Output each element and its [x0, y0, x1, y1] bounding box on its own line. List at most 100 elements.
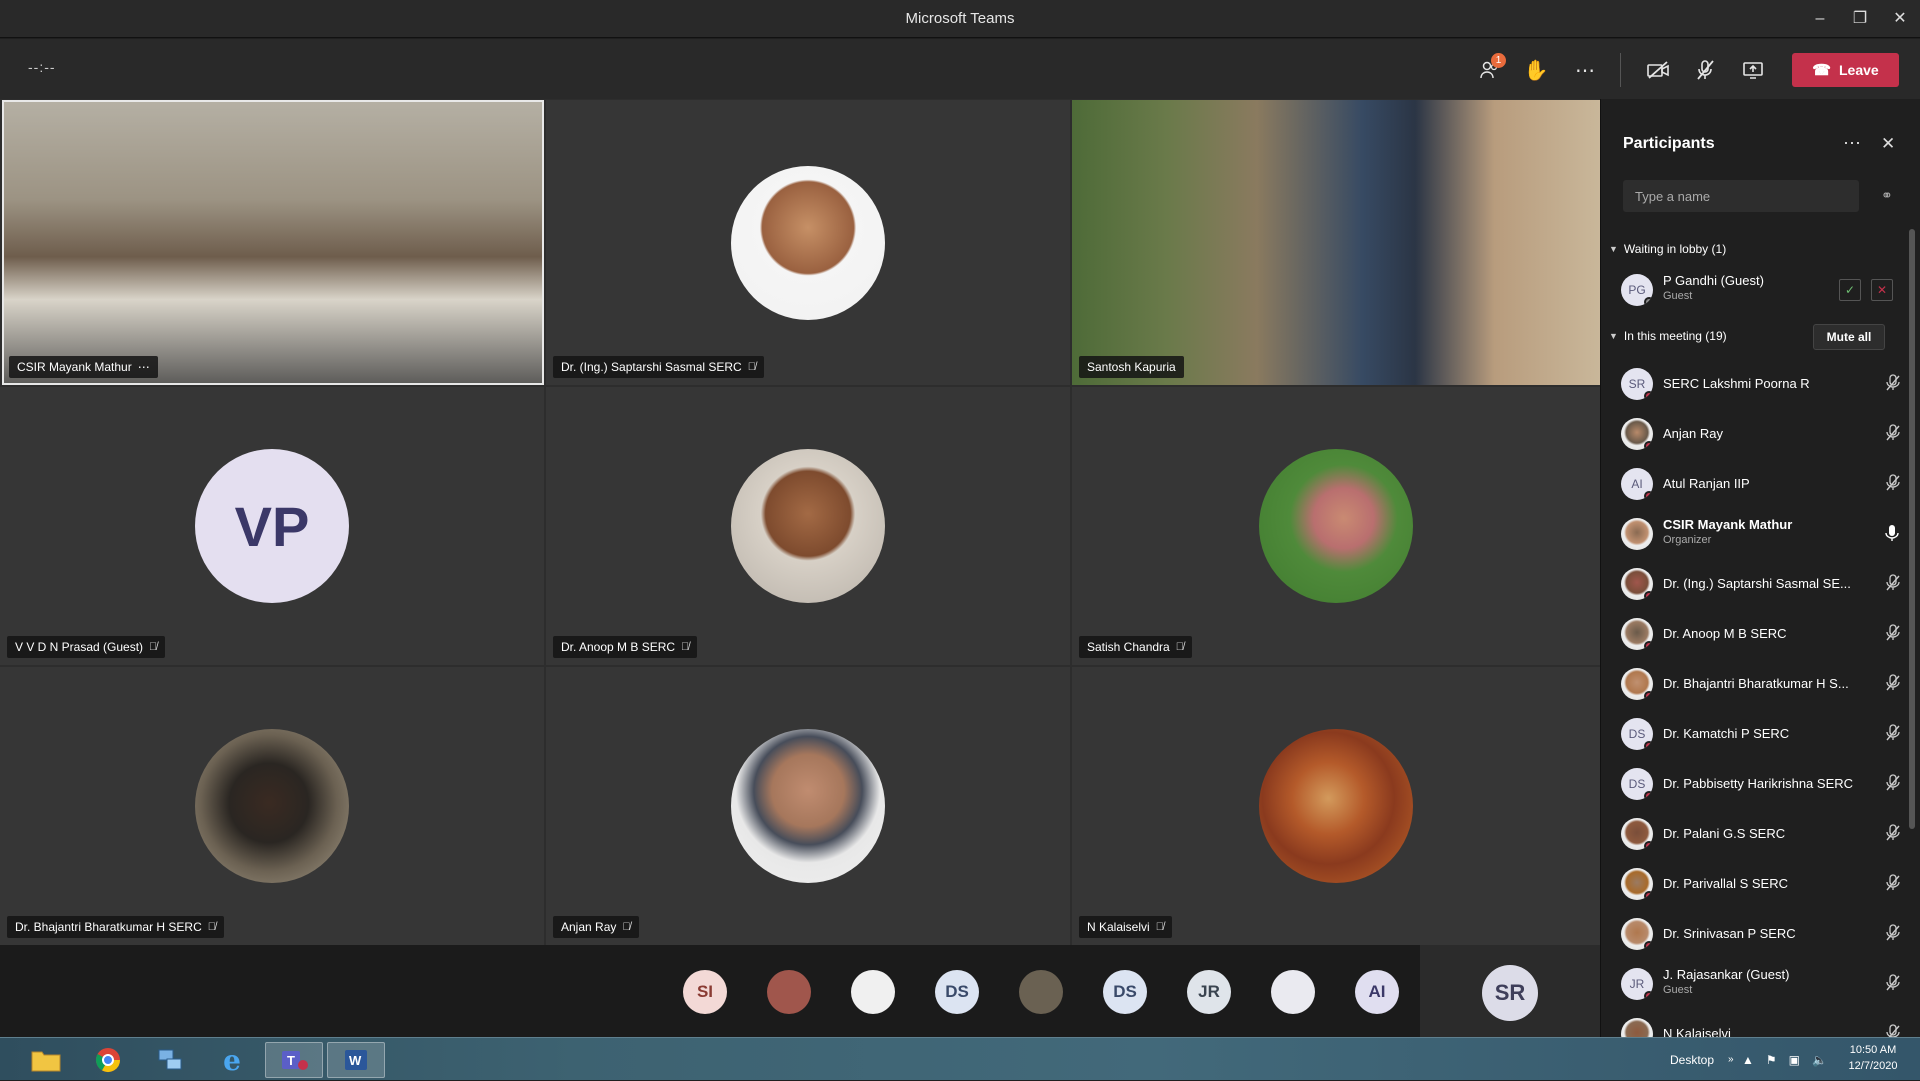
strip-avatar[interactable]: JR [1187, 970, 1231, 1014]
participant-row[interactable]: SR SERC Lakshmi Poorna R [1621, 361, 1901, 407]
mic-off-icon[interactable] [1885, 824, 1901, 847]
participant-row[interactable]: CSIR Mayank Mathur Organizer [1621, 511, 1901, 557]
video-tile-bhajantri[interactable]: Dr. Bhajantri Bharatkumar H SERC 🎙̸ [0, 667, 544, 945]
desktop-toolbar-label[interactable]: Desktop» [1670, 1038, 1734, 1081]
video-tile-santosh-kapuria[interactable]: Santosh Kapuria [1072, 100, 1600, 385]
avatar [1621, 418, 1653, 450]
mic-on-icon[interactable] [1885, 524, 1899, 547]
meeting-section-header[interactable]: ▼ In this meeting (19) [1609, 329, 1727, 343]
mic-off-icon[interactable] [1885, 624, 1901, 647]
avatar [1621, 868, 1653, 900]
share-invite-icon[interactable]: ⚭ [1881, 187, 1893, 204]
mic-off-icon[interactable] [1885, 1024, 1901, 1037]
participant-row[interactable]: Dr. Parivallal S SERC [1621, 861, 1901, 907]
participant-row[interactable]: Anjan Ray [1621, 411, 1901, 457]
strip-avatar[interactable]: DS [935, 970, 979, 1014]
scrollbar[interactable] [1909, 229, 1915, 829]
chevron-right-icon: » [1728, 1054, 1734, 1065]
flag-icon[interactable]: ⚑ [1766, 1053, 1777, 1067]
mic-off-icon[interactable] [1885, 374, 1901, 397]
strip-avatar[interactable] [1271, 970, 1315, 1014]
taskbar-clock[interactable]: 10:50 AM 12/7/2020 [1838, 1042, 1908, 1074]
raise-hand-button[interactable]: ✋ [1519, 53, 1553, 87]
network-app-icon[interactable] [141, 1042, 199, 1078]
tray-up-arrow-icon[interactable]: ▲ [1742, 1053, 1754, 1067]
lobby-item[interactable]: PG P Gandhi (Guest) Guest ✓ ✕ [1621, 267, 1901, 313]
video-tile-anjan-ray[interactable]: Anjan Ray 🎙̸ [546, 667, 1070, 945]
internet-explorer-icon[interactable]: e [203, 1042, 261, 1078]
mic-off-icon[interactable] [1885, 774, 1901, 797]
more-icon: ⋯ [1575, 59, 1595, 82]
camera-toggle-button[interactable] [1641, 53, 1675, 87]
mic-off-icon[interactable] [1885, 974, 1901, 997]
mic-off-icon[interactable] [1885, 874, 1901, 897]
participant-row[interactable]: JR J. Rajasankar (Guest) Guest [1621, 961, 1901, 1007]
mic-off-icon[interactable] [1885, 924, 1901, 947]
file-explorer-icon[interactable] [17, 1042, 75, 1078]
strip-avatar[interactable] [1019, 970, 1063, 1014]
avatar-photo [731, 449, 885, 603]
strip-avatar[interactable] [767, 970, 811, 1014]
share-screen-icon [1743, 62, 1763, 79]
video-tile-anoop-mb[interactable]: Dr. Anoop M B SERC 🎙̸ [546, 387, 1070, 665]
participant-row[interactable]: Dr. (Ing.) Saptarshi Sasmal SE... [1621, 561, 1901, 607]
avatar: DS [1621, 768, 1653, 800]
network-icon[interactable]: ▣ [1789, 1053, 1800, 1067]
close-window-icon[interactable]: ✕ [1882, 6, 1918, 32]
lobby-section-header[interactable]: ▼ Waiting in lobby (1) [1609, 242, 1726, 256]
self-avatar: SR [1482, 965, 1538, 1021]
tile-nametag: Santosh Kapuria [1079, 356, 1184, 378]
video-tile-vvdn-prasad[interactable]: VP V V D N Prasad (Guest) 🎙̸ [0, 387, 544, 665]
participant-name: Dr. (Ing.) Saptarshi Sasmal SE... [1663, 576, 1851, 591]
participant-name: Dr. Bhajantri Bharatkumar H S... [1663, 676, 1849, 691]
strip-avatar[interactable] [851, 970, 895, 1014]
admit-check-icon[interactable]: ✓ [1839, 279, 1861, 301]
mic-off-icon[interactable] [1885, 474, 1901, 497]
self-preview: SR [1420, 945, 1600, 1037]
chevron-down-icon: ▼ [1609, 244, 1618, 254]
panel-close-icon[interactable]: ✕ [1881, 134, 1895, 154]
participant-row[interactable]: DS Dr. Kamatchi P SERC [1621, 711, 1901, 757]
strip-avatar[interactable]: DS [1103, 970, 1147, 1014]
participant-name: Anjan Ray [1663, 426, 1723, 441]
participant-row[interactable]: Dr. Palani G.S SERC [1621, 811, 1901, 857]
video-tile-mayank-mathur[interactable]: CSIR Mayank Mathur ⋯ [2, 100, 544, 385]
more-actions-button[interactable]: ⋯ [1568, 53, 1602, 87]
video-tile-satish-chandra[interactable]: Satish Chandra 🎙̸ [1072, 387, 1600, 665]
word-taskbar-icon[interactable]: W [327, 1042, 385, 1078]
panel-more-icon[interactable]: ⋯ [1843, 133, 1861, 154]
participant-search-input[interactable] [1623, 180, 1859, 212]
avatar: AI [1621, 468, 1653, 500]
mic-off-icon[interactable] [1885, 724, 1901, 747]
participant-row[interactable]: N Kalaiselvi [1621, 1011, 1901, 1037]
deny-x-icon[interactable]: ✕ [1871, 279, 1893, 301]
share-screen-button[interactable] [1736, 53, 1770, 87]
mute-all-button[interactable]: Mute all [1813, 324, 1885, 350]
minimize-icon[interactable]: – [1802, 6, 1838, 32]
panel-title: Participants [1623, 135, 1715, 152]
participant-row[interactable]: Dr. Srinivasan P SERC [1621, 911, 1901, 957]
mic-toggle-button[interactable] [1688, 53, 1722, 87]
tile-more-icon[interactable]: ⋯ [138, 360, 150, 374]
restore-icon[interactable]: ❐ [1842, 6, 1878, 32]
chrome-icon[interactable] [79, 1042, 137, 1078]
video-tile-saptarshi-sasmal[interactable]: Dr. (Ing.) Saptarshi Sasmal SERC 🎙̸ [546, 100, 1070, 385]
video-tile-n-kalaiselvi[interactable]: N Kalaiselvi 🎙̸ [1072, 667, 1600, 945]
mic-off-icon[interactable] [1885, 424, 1901, 447]
system-tray: ▲ ⚑ ▣ 🔈 [1742, 1038, 1827, 1081]
mic-off-icon[interactable] [1885, 574, 1901, 597]
volume-icon[interactable]: 🔈 [1812, 1053, 1827, 1067]
participants-button[interactable]: 1 [1473, 53, 1507, 87]
participant-row[interactable]: DS Dr. Pabbisetty Harikrishna SERC [1621, 761, 1901, 807]
participant-row[interactable]: AI Atul Ranjan IIP [1621, 461, 1901, 507]
participant-row[interactable]: Dr. Anoop M B SERC [1621, 611, 1901, 657]
teams-taskbar-icon[interactable]: T [265, 1042, 323, 1078]
leave-button[interactable]: ☎ Leave [1792, 53, 1899, 87]
strip-avatar[interactable]: AI [1355, 970, 1399, 1014]
strip-avatar[interactable]: SI [683, 970, 727, 1014]
video-grid: CSIR Mayank Mathur ⋯ Dr. (Ing.) Saptarshi… [0, 99, 1600, 945]
presence-dot [1644, 297, 1653, 306]
mic-off-icon[interactable] [1885, 674, 1901, 697]
participant-row[interactable]: Dr. Bhajantri Bharatkumar H S... [1621, 661, 1901, 707]
presence-dot [1644, 741, 1653, 750]
